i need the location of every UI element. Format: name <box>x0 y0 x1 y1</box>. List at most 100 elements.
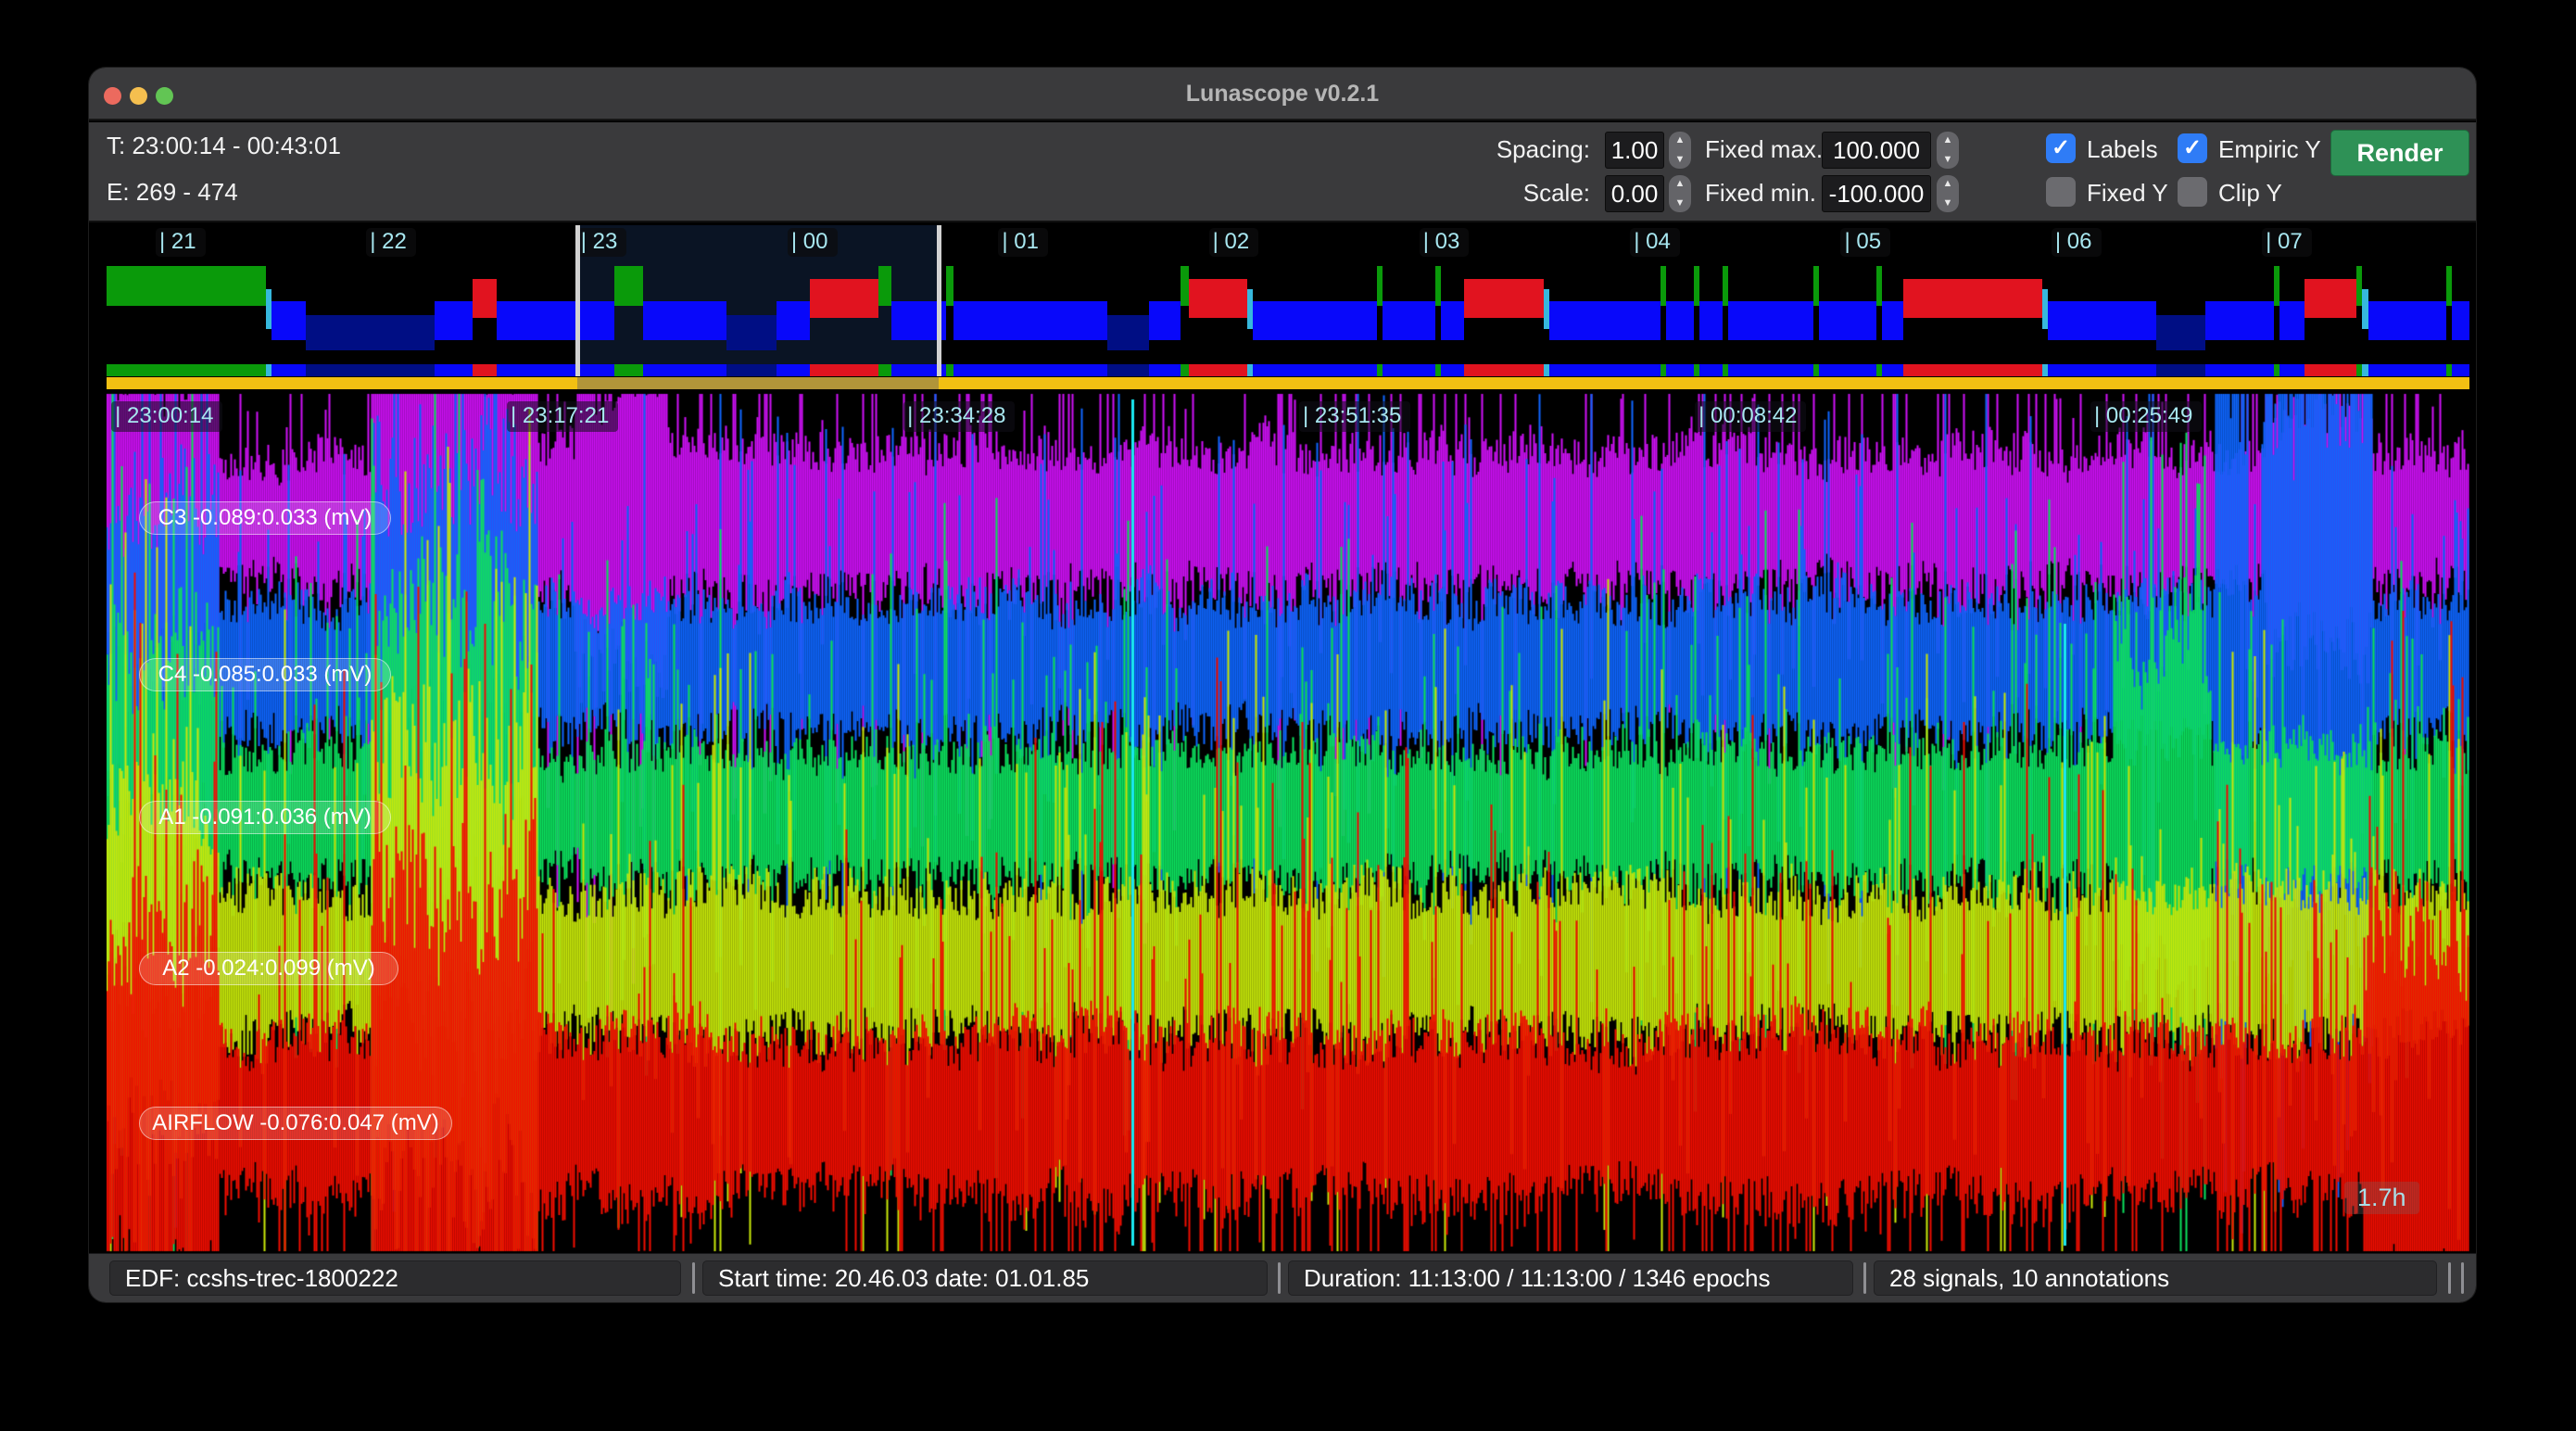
hypnogram-stage-N2 <box>2368 301 2446 340</box>
hypnogram-stage-N3 <box>306 315 435 350</box>
empiric-y-checkbox[interactable]: ✓ <box>2178 133 2207 163</box>
fixed-min-stepper-down[interactable]: ▼ <box>1943 198 1953 209</box>
fixed-max-input[interactable] <box>1822 132 1931 169</box>
fixed-min-input[interactable] <box>1822 175 1931 212</box>
hypnogram-mini-stage-N3 <box>2156 364 2205 376</box>
hypnogram-stage-W <box>1377 266 1383 306</box>
fixed-min-label: Fixed min. <box>1705 179 1816 208</box>
hypnogram-stage-W <box>1435 266 1441 306</box>
status-edf: EDF: ccshs-trec-1800222 <box>109 1260 681 1296</box>
hypnogram-stage-R <box>810 279 878 318</box>
hypnogram-stage-N2 <box>1149 301 1181 340</box>
hypnogram-stage-N2 <box>497 301 614 340</box>
hypnogram-stage-N2 <box>2205 301 2274 340</box>
hypnogram-hour-label: | 22 <box>366 228 416 257</box>
window-title: Lunascope v0.2.1 <box>89 81 2476 108</box>
status-grip[interactable] <box>2448 1262 2451 1294</box>
fixed-max-stepper-down[interactable]: ▼ <box>1943 155 1953 165</box>
labels-checkbox[interactable]: ✓ <box>2046 133 2076 163</box>
hypnogram-stage-W <box>2274 266 2279 306</box>
hypnogram-hour-label: | 01 <box>998 228 1048 257</box>
status-signals: 28 signals, 10 annotations <box>1874 1260 2437 1296</box>
scale-stepper-up[interactable]: ▲ <box>1675 179 1686 189</box>
hypnogram-mini-stage-W <box>946 364 953 376</box>
hypnogram-mini-stage-N2 <box>1882 364 1903 376</box>
status-grip[interactable] <box>2461 1262 2464 1294</box>
selection-left-handle[interactable] <box>575 225 580 376</box>
hypnogram-mini-stage-N3 <box>1107 364 1149 376</box>
hypnogram-stage-R <box>473 279 497 318</box>
plot-time-label: | 23:00:14 <box>111 401 222 432</box>
fixed-max-stepper-up[interactable]: ▲ <box>1943 135 1953 146</box>
spacing-stepper-up[interactable]: ▲ <box>1675 135 1686 146</box>
spacing-stepper-down[interactable]: ▼ <box>1675 155 1686 165</box>
fixed-min-stepper-up[interactable]: ▲ <box>1943 179 1953 189</box>
status-bar: EDF: ccshs-trec-1800222 Start time: 20.4… <box>89 1253 2476 1302</box>
clip-y-checkbox[interactable] <box>2178 177 2207 207</box>
scale-stepper: ▲ ▼ <box>1669 175 1691 212</box>
render-button[interactable]: Render <box>2330 130 2469 176</box>
hypnogram-mini-stage-W <box>614 364 643 376</box>
title-bar: Lunascope v0.2.1 <box>89 68 2476 120</box>
hypnogram-stage-W <box>1661 266 1666 306</box>
hypnogram-stage-N2 <box>271 301 306 340</box>
signal-plot: | 23:00:14 | 23:17:21 | 23:34:28 | 23:51:35… <box>107 392 2469 1253</box>
hypnogram-stage-N2 <box>1666 301 1694 340</box>
hypnogram-stage-R <box>1189 279 1247 318</box>
hypnogram-hour-label: | 04 <box>1630 228 1680 257</box>
plot-time-label: | 23:51:35 <box>1299 401 1410 432</box>
hypnogram-mini-stage-R <box>2305 364 2356 376</box>
hypnogram-stage-N2 <box>1882 301 1903 340</box>
hypnogram-stage-N2 <box>1549 301 1661 340</box>
hypnogram-stage-N3 <box>2156 315 2205 350</box>
hypnogram-ministrip <box>107 364 2469 376</box>
hypnogram-stage-N2 <box>1253 301 1377 340</box>
hypnogram-mini-stage-N2 <box>1728 364 1813 376</box>
plot-time-label: | 00:25:49 <box>2090 401 2202 432</box>
hypnogram-stage-W <box>1694 266 1699 306</box>
epoch-range-label: E: 269 - 474 <box>107 178 238 207</box>
hypnogram-strip[interactable]: | 21| 22| 23| 00| 01| 02| 03| 04| 05| 06… <box>107 225 2469 389</box>
status-duration: Duration: 11:13:00 / 11:13:00 / 1346 epo… <box>1288 1260 1853 1296</box>
hypnogram-mini-stage-N2 <box>271 364 306 376</box>
hypnogram-stage-N2 <box>1441 301 1464 340</box>
status-separator <box>692 1262 695 1294</box>
scale-label: Scale: <box>1479 179 1590 208</box>
hypnogram-stage-W <box>107 266 266 306</box>
plot-time-label: | 23:34:28 <box>903 401 1015 432</box>
hypnogram-stage-W <box>1181 266 1189 306</box>
hypnogram-mini-stage-R <box>1903 364 2042 376</box>
selection-right-handle[interactable] <box>937 225 941 376</box>
hypnogram-hour-label: | 07 <box>2262 228 2312 257</box>
hypnogram-stage-W <box>1723 266 1728 306</box>
hypnogram-hour-label: | 00 <box>788 228 838 257</box>
hypnogram-hour-label: | 05 <box>1840 228 1890 257</box>
hypnogram-mini-stage-N2 <box>2205 364 2274 376</box>
spacing-input[interactable] <box>1605 132 1664 169</box>
window-duration-badge: 1.7h <box>2344 1182 2419 1214</box>
hypnogram-stage-W <box>2446 266 2452 306</box>
hypnogram-mini-stage-R <box>810 364 878 376</box>
fixed-min-stepper: ▲ ▼ <box>1937 175 1959 212</box>
hypnogram-hour-label: | 02 <box>1209 228 1259 257</box>
empiric-y-checkbox-label: Empiric Y <box>2218 135 2321 164</box>
hypnogram-stage-N2 <box>435 301 473 340</box>
hypnogram-mini-stage-N2 <box>1383 364 1435 376</box>
fixed-y-checkbox[interactable] <box>2046 177 2076 207</box>
scale-input[interactable] <box>1605 175 1664 212</box>
hypnogram-stage-N2 <box>953 301 1107 340</box>
hypnogram-mini-stage-N2 <box>497 364 614 376</box>
hypnogram-hour-label: | 03 <box>1420 228 1470 257</box>
scale-stepper-down[interactable]: ▼ <box>1675 198 1686 209</box>
spacing-label: Spacing: <box>1479 135 1590 164</box>
hypnogram-stage-W <box>1876 266 1882 306</box>
hypnogram-mini-stage-N2 <box>435 364 473 376</box>
hypnogram-stage-N3 <box>1107 315 1149 350</box>
signal-canvas[interactable] <box>107 392 2469 1253</box>
plot-time-label: | 00:08:42 <box>1695 401 1806 432</box>
hypnogram-stage-W <box>614 266 643 306</box>
plot-time-label: | 23:17:21 <box>507 401 618 432</box>
hypnogram-stage-N2 <box>643 301 726 340</box>
hypnogram-mini-stage-N2 <box>1549 364 1661 376</box>
hypnogram-stage-R <box>1464 279 1544 318</box>
